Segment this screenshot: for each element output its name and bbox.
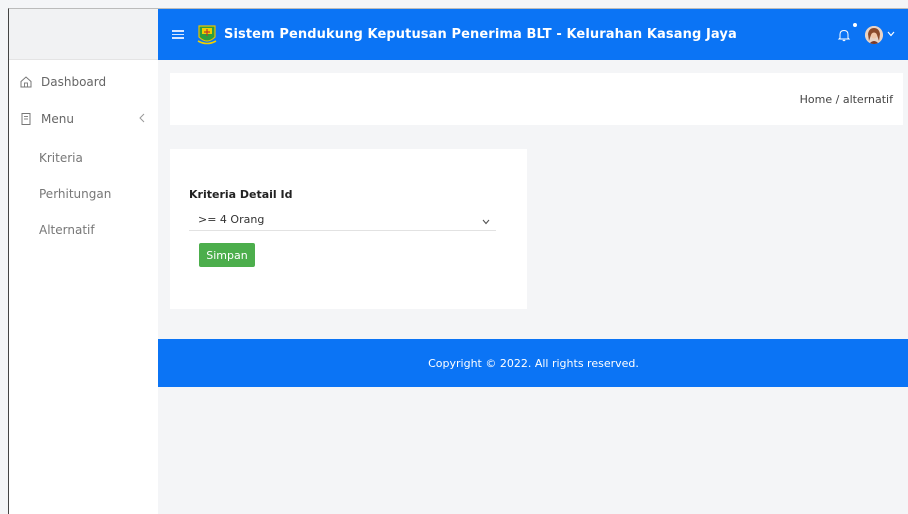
form-card: Kriteria Detail Id >= 4 Orang Simpan xyxy=(170,149,527,309)
bell-icon[interactable] xyxy=(837,22,857,43)
chevron-left-icon xyxy=(138,112,146,126)
sidebar-item-label: Dashboard xyxy=(41,74,107,89)
kriteria-detail-select[interactable]: >= 4 Orang xyxy=(189,209,496,231)
top-navbar: Sistem Pendukung Keputusan Penerima BLT … xyxy=(158,9,908,60)
copyright-text: Copyright © 2022. All rights reserved. xyxy=(428,356,639,370)
avatar[interactable] xyxy=(865,25,883,44)
chevron-down-icon xyxy=(482,215,490,228)
emblem-logo xyxy=(196,24,218,46)
sidebar-item-dashboard[interactable]: Dashboard xyxy=(9,66,158,97)
sidebar-item-menu[interactable]: Menu xyxy=(9,103,158,134)
app-window: Dashboard Menu Kriteria Perhitungan Alte… xyxy=(8,8,908,514)
chevron-down-icon[interactable] xyxy=(887,29,895,40)
document-icon xyxy=(19,112,33,126)
breadcrumb: Home / alternatif xyxy=(170,73,903,125)
sidebar-item-kriteria[interactable]: Kriteria xyxy=(9,140,158,176)
breadcrumb-text: Home / alternatif xyxy=(799,92,893,106)
field-label: Kriteria Detail Id xyxy=(189,188,293,201)
main-content: Home / alternatif Kriteria Detail Id >= … xyxy=(158,60,908,514)
sidebar-item-alternatif[interactable]: Alternatif xyxy=(9,212,158,248)
save-button[interactable]: Simpan xyxy=(199,243,255,267)
sidebar-item-label: Menu xyxy=(41,111,74,126)
sidebar-item-label: Perhitungan xyxy=(39,187,112,201)
navbar-actions xyxy=(837,22,895,44)
hamburger-icon[interactable] xyxy=(172,30,184,39)
selected-option: >= 4 Orang xyxy=(198,213,265,226)
notification-dot xyxy=(853,22,857,27)
sidebar-brand-area xyxy=(9,9,158,60)
sidebar-nav: Dashboard Menu Kriteria Perhitungan Alte… xyxy=(9,60,158,248)
app-title: Sistem Pendukung Keputusan Penerima BLT … xyxy=(224,27,737,42)
sidebar: Dashboard Menu Kriteria Perhitungan Alte… xyxy=(9,9,158,514)
sidebar-item-label: Alternatif xyxy=(39,223,95,237)
sidebar-item-perhitungan[interactable]: Perhitungan xyxy=(9,176,158,212)
sidebar-item-label: Kriteria xyxy=(39,151,83,165)
footer: Copyright © 2022. All rights reserved. xyxy=(158,339,908,387)
home-icon xyxy=(19,75,33,89)
